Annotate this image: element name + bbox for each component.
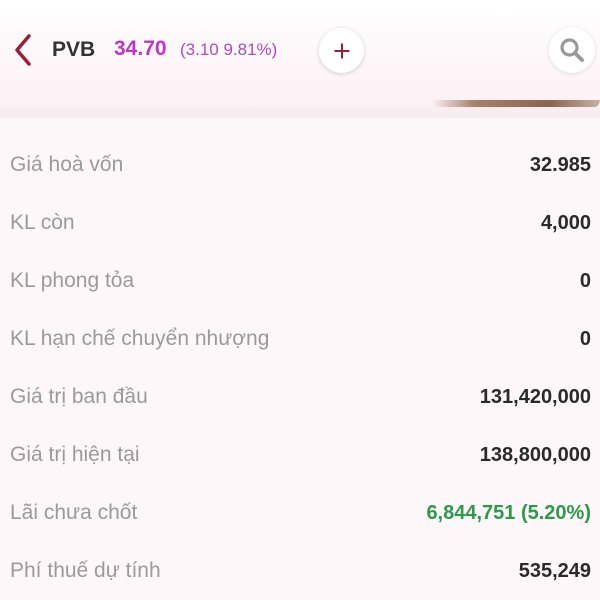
detail-label: Giá trị hiện tại (10, 443, 140, 466)
detail-value: 131,420,000 (479, 385, 591, 408)
detail-row-unrealized-profit: Lãi chưa chốt 6,844,751 (5.20%) (0, 484, 600, 542)
plus-icon (334, 43, 349, 58)
detail-value: 535,249 (518, 559, 591, 582)
detail-label: Phí thuế dự tính (10, 559, 161, 582)
detail-row-blocked-volume: KL phong tỏa 0 (0, 252, 600, 310)
detail-row-initial-value: Giá trị ban đầu 131,420,000 (0, 368, 600, 426)
detail-label: Giá hoà vốn (10, 153, 124, 176)
chevron-left-icon (15, 34, 31, 66)
detail-label: KL hạn chế chuyển nhượng (10, 327, 270, 350)
price-change: (3.10 9.81%) (180, 40, 278, 59)
header-bar: PVB 34.70 (3.10 9.81%) (0, 0, 600, 108)
detail-value: 32.985 (529, 153, 591, 176)
stock-ticker: PVB (52, 38, 96, 61)
detail-row-breakeven-price: Giá hoà vốn 32.985 (0, 136, 600, 194)
detail-row-current-value: Giá trị hiện tại 138,800,000 (0, 426, 600, 484)
detail-value: 138,800,000 (479, 443, 591, 466)
detail-label: KL phong tỏa (10, 269, 135, 292)
detail-value: 4,000 (540, 211, 591, 234)
detail-value: 0 (579, 269, 591, 292)
back-button[interactable] (8, 32, 38, 68)
detail-row-restricted-volume: KL hạn chế chuyển nhượng 0 (0, 310, 600, 368)
detail-row-remaining-volume: KL còn 4,000 (0, 194, 600, 252)
add-button[interactable] (319, 28, 364, 73)
profit-value: 6,844,751 (5.20%) (426, 501, 591, 524)
detail-label: Lãi chưa chốt (10, 501, 138, 524)
section-divider (0, 107, 600, 118)
position-details-list: Giá hoà vốn 32.985 KL còn 4,000 KL phong… (0, 136, 600, 600)
detail-label: Giá trị ban đầu (10, 385, 148, 408)
search-icon (560, 38, 584, 62)
detail-row-estimated-tax-fee: Phí thuế dự tính 535,249 (0, 542, 600, 600)
detail-value: 0 (579, 327, 591, 350)
stock-price: 34.70 (114, 37, 167, 60)
search-button[interactable] (549, 27, 595, 73)
detail-label: KL còn (10, 211, 75, 234)
